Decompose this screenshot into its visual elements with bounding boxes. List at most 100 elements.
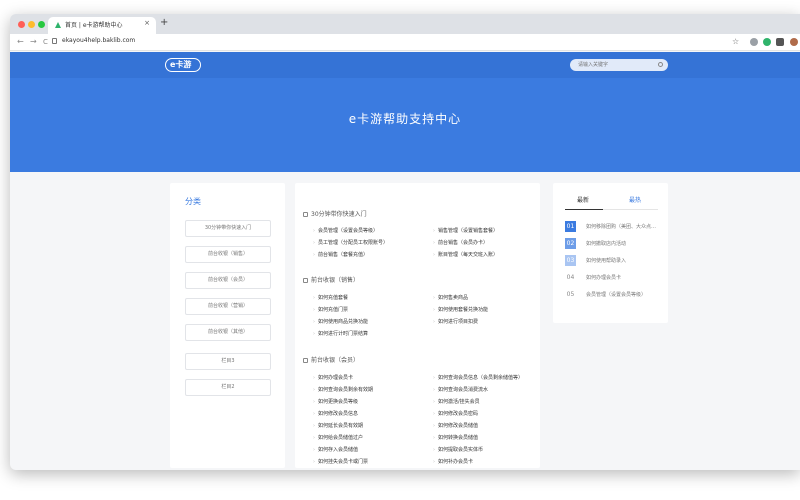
chevron-right-icon: › xyxy=(313,295,315,301)
article-title: 员工管理（分配员工权限账号） xyxy=(318,240,389,246)
article-link[interactable]: › 前台销售（套餐充值） xyxy=(313,251,368,258)
article-link[interactable]: › 前台销售（会员办卡） xyxy=(433,239,488,246)
article-link[interactable]: › 会员管理（设置会员等级） xyxy=(313,227,378,234)
maximize-window-icon[interactable] xyxy=(38,21,45,28)
site-logo[interactable]: e卡游 xyxy=(165,58,201,72)
search-box[interactable] xyxy=(570,59,668,71)
article-title: 如何更换会员等级 xyxy=(318,399,359,405)
article-link[interactable]: › 账目管理（每天交班入账） xyxy=(433,251,498,258)
article-link[interactable]: › 如何给会员储值过户 xyxy=(313,434,363,441)
lock-icon[interactable] xyxy=(52,38,57,44)
sidebar-item[interactable]: 前台收银（其他） xyxy=(185,324,271,341)
reload-button[interactable]: C xyxy=(43,36,48,48)
article-link[interactable]: › 如何查询会员消费流水 xyxy=(433,386,488,393)
article-title: 如何给会员储值过户 xyxy=(318,435,364,441)
section-heading[interactable]: 30分钟带你快速入门 xyxy=(303,209,367,218)
page-title: e卡游帮助支持中心 xyxy=(348,112,462,126)
article-link[interactable]: › 如何充值套餐 xyxy=(313,294,348,301)
article-link[interactable]: › 如何转换会员储值 xyxy=(433,434,478,441)
article-title: 如何进行项目扣费 xyxy=(438,319,479,325)
sidebar-item[interactable]: 30分钟带你快速入门 xyxy=(185,220,271,237)
chevron-right-icon: › xyxy=(433,319,435,325)
ranking-item[interactable]: 05 会员管理（设置会员等级） xyxy=(565,289,660,301)
tab-title: 首页 | e卡游帮助中心 xyxy=(65,22,123,29)
chevron-right-icon: › xyxy=(433,375,435,381)
article-link[interactable]: › 如何延长会员有效期 xyxy=(313,422,363,429)
section-heading[interactable]: 前台收银（会员） xyxy=(303,355,359,364)
ranking-title: 如何使用帮助录入 xyxy=(586,258,627,264)
article-link[interactable]: › 员工管理（分配员工权限账号） xyxy=(313,239,388,246)
close-tab-icon[interactable]: × xyxy=(144,19,150,27)
tab-hottest[interactable]: 最热 xyxy=(629,195,641,204)
extension-icon[interactable] xyxy=(763,38,771,46)
article-title: 如何修改会员储值 xyxy=(438,423,479,429)
chevron-right-icon: › xyxy=(433,411,435,417)
ranking-item[interactable]: 03 如何使用帮助录入 xyxy=(565,255,660,267)
chevron-right-icon: › xyxy=(433,295,435,301)
article-link[interactable]: › 如何办理会员卡 xyxy=(313,374,353,381)
article-link[interactable]: › 如何提取会员实体币 xyxy=(433,446,483,453)
article-link[interactable]: › 如何更换会员等级 xyxy=(313,398,358,405)
sidebar-item[interactable]: 前台收银（销售） xyxy=(185,246,271,263)
article-link[interactable]: › 如何激活/挂失会员 xyxy=(433,398,480,405)
logo-text: e卡游 xyxy=(170,60,192,69)
sidebar-item[interactable]: 前台收银（会员） xyxy=(185,272,271,289)
forward-button[interactable]: → xyxy=(30,36,37,48)
chevron-right-icon: › xyxy=(313,307,315,313)
avatar[interactable] xyxy=(790,38,798,46)
sidebar-item[interactable]: 栏目3 xyxy=(185,353,271,370)
chevron-right-icon: › xyxy=(433,387,435,393)
article-link[interactable]: › 如何进行计时门票结算 xyxy=(313,330,368,337)
chevron-right-icon: › xyxy=(313,399,315,405)
ranking-item[interactable]: 02 如何撤取店内活动 xyxy=(565,238,660,250)
article-link[interactable]: › 如何修改会员密码 xyxy=(433,410,478,417)
section-heading[interactable]: 前台收银（销售） xyxy=(303,275,359,284)
bookmark-star-icon[interactable]: ☆ xyxy=(732,36,739,48)
rank-number: 02 xyxy=(565,238,576,249)
minimize-window-icon[interactable] xyxy=(28,21,35,28)
chevron-right-icon: › xyxy=(433,447,435,453)
article-link[interactable]: › 如何查询会员信息（会员剩余储值等） xyxy=(433,374,523,381)
article-link[interactable]: › 如何修改会员信息 xyxy=(313,410,358,417)
article-title: 如何存入会员储值 xyxy=(318,447,359,453)
search-icon[interactable] xyxy=(658,62,663,67)
article-title: 如何使用套餐兑换功能 xyxy=(438,307,489,313)
ranking-item[interactable]: 04 如何办理会员卡 xyxy=(565,272,660,284)
article-link[interactable]: › 销售管理（设置销售套餐） xyxy=(433,227,498,234)
close-window-icon[interactable] xyxy=(18,21,25,28)
article-link[interactable]: › 如何挂失会员卡或门票 xyxy=(313,458,368,465)
article-link[interactable]: › 如何充值门票 xyxy=(313,306,348,313)
new-tab-button[interactable]: + xyxy=(160,17,168,29)
back-button[interactable]: ← xyxy=(17,36,24,48)
ranking-title: 如何撤取店内活动 xyxy=(586,241,627,247)
address-bar[interactable]: ekayou4help.baklib.com xyxy=(62,37,135,44)
article-link[interactable]: › 如何修改会员储值 xyxy=(433,422,478,429)
tab-latest[interactable]: 最新 xyxy=(577,195,589,204)
article-link[interactable]: › 如何使用商品兑换功能 xyxy=(313,318,368,325)
puzzle-icon[interactable] xyxy=(776,38,784,46)
article-link[interactable]: › 如何进行项目扣费 xyxy=(433,318,478,325)
article-link[interactable]: › 如何使用套餐兑换功能 xyxy=(433,306,488,313)
article-link[interactable]: › 如何补办会员卡 xyxy=(433,458,473,465)
browser-window: 首页 | e卡游帮助中心 × + ← → C ekayou4help.bakli… xyxy=(10,14,800,470)
sidebar-title: 分类 xyxy=(185,197,201,206)
favicon-icon xyxy=(55,22,61,28)
article-link[interactable]: › 如何售卖商品 xyxy=(433,294,468,301)
sidebar-item[interactable]: 前台收银（营销） xyxy=(185,298,271,315)
help-center-page: e卡游 e卡游帮助支持中心 分类 30分钟带你快速入门 前台收银（销售） 前台收… xyxy=(10,52,800,470)
rank-number: 05 xyxy=(566,291,575,298)
chevron-right-icon: › xyxy=(313,228,315,234)
sidebar-item[interactable]: 栏目2 xyxy=(185,379,271,396)
search-input[interactable] xyxy=(578,61,648,69)
article-title: 如何办理会员卡 xyxy=(318,375,354,381)
article-link[interactable]: › 如何存入会员储值 xyxy=(313,446,358,453)
extension-icon[interactable] xyxy=(750,38,758,46)
chevron-right-icon: › xyxy=(433,307,435,313)
ranking-item[interactable]: 01 如何移除团购（美团、大众点评） xyxy=(565,221,660,233)
ranking-title: 如何办理会员卡 xyxy=(586,275,622,281)
browser-tab[interactable]: 首页 | e卡游帮助中心 × xyxy=(48,17,156,34)
ranking-title: 会员管理（设置会员等级） xyxy=(586,292,647,298)
section-icon xyxy=(303,212,308,217)
tab-strip: 首页 | e卡游帮助中心 × + xyxy=(10,14,800,34)
article-link[interactable]: › 如何查询会员剩余有效期 xyxy=(313,386,373,393)
